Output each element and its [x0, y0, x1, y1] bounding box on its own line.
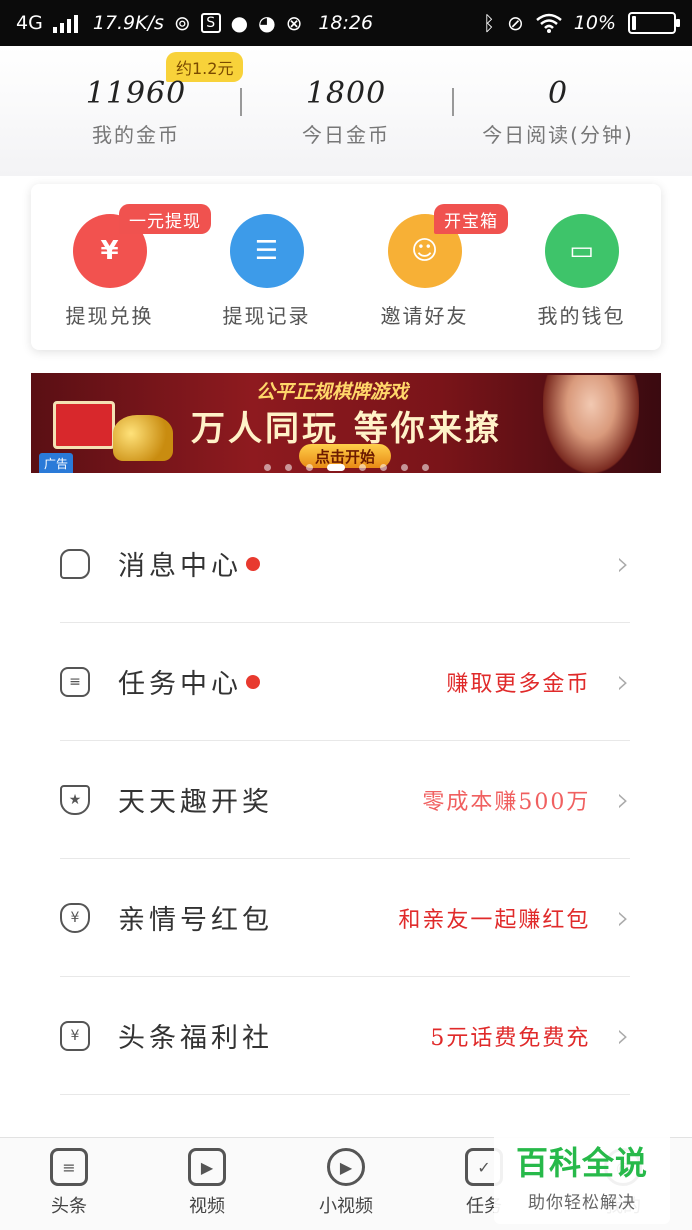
trophy-icon: ★: [60, 784, 90, 815]
battery-icon: [628, 12, 680, 34]
list-item-welfare-club[interactable]: ¥ 头条福利社 5元话费免费充 ›: [0, 977, 692, 1095]
record-list-icon: ☰: [229, 214, 304, 288]
mute-icon: ⊘: [507, 11, 524, 35]
carousel-dot: [400, 464, 408, 471]
list-item-hint: 5元话费免费充: [430, 1025, 591, 1051]
list-item-hint: 和亲友一起赚红包: [398, 907, 591, 933]
ad-banner[interactable]: 公平正规棋牌游戏 万人同玩 等你来撩 点击开始 广告: [31, 373, 661, 473]
list-item-message-center[interactable]: 消息中心 ›: [0, 505, 692, 623]
network-type: 4G: [16, 12, 43, 34]
s-app-icon: S: [200, 13, 221, 33]
short-video-icon: ▶: [327, 1148, 365, 1186]
my-coins-stat[interactable]: 11960 我的金币: [36, 76, 236, 148]
tab-headlines[interactable]: ≡ 头条: [0, 1148, 138, 1218]
list-item-label: 天天趣开奖: [118, 787, 273, 818]
welfare-yuan-icon: ¥: [60, 1020, 90, 1051]
menu-list: 消息中心 › ≡ 任务中心 赚取更多金币 › ★ 天天趣开奖 零成本赚500万 …: [0, 505, 692, 1095]
heart-yuan-icon: ¥: [60, 902, 90, 933]
carousel-dot: [305, 464, 313, 471]
signal-icon: [52, 13, 83, 33]
tab-short-video[interactable]: ▶ 小视频: [277, 1148, 415, 1218]
divider: [452, 88, 454, 116]
status-bar: 4G 17.9K/s ⊚ S ● ◕ ⊗ 18:26 ᛒ ⊘ 10%: [0, 0, 692, 46]
list-item-family-red-packet[interactable]: ¥ 亲情号红包 和亲友一起赚红包 ›: [0, 859, 692, 977]
tab-label: 小视频: [319, 1196, 373, 1217]
chevron-right-icon: ›: [616, 897, 630, 938]
close-circle-icon: ⊗: [285, 11, 303, 35]
action-label: 我的钱包: [537, 304, 626, 328]
carousel-dot: [421, 464, 429, 471]
carousel-indicator: [31, 464, 661, 471]
today-coins-value: 1800: [305, 76, 387, 111]
wallet-actions-card: ¥ 提现兑换 ☰ 提现记录 ☺ 邀请好友 ▭ 我的钱包 一元提现 开宝箱: [31, 184, 661, 350]
tab-label: 头条: [51, 1196, 87, 1217]
divider: [240, 88, 242, 116]
banner-title: 万人同玩 等你来撩: [191, 409, 502, 449]
list-item-label: 消息中心: [118, 551, 242, 582]
character-image: [543, 375, 639, 473]
coin-stats-header: 约1.2元 11960 我的金币 1800 今日金币 0 今日阅读(分钟): [0, 46, 692, 176]
chat-bubble-icon: ●: [230, 11, 249, 35]
carousel-dot: [358, 464, 366, 471]
watermark-subtitle: 助你轻松解决: [528, 1193, 636, 1213]
wifi-icon: [535, 13, 562, 33]
video-icon: ▶: [188, 1148, 226, 1186]
wechat-icon: ◕: [258, 11, 276, 35]
carousel-dot: [379, 464, 387, 471]
today-coins-label: 今日金币: [302, 123, 390, 147]
my-coins-label: 我的金币: [92, 123, 180, 147]
watermark-logo: 百科全说 助你轻松解决: [494, 1130, 670, 1224]
list-item-hint: 赚取更多金币: [446, 671, 591, 697]
tab-video[interactable]: ▶ 视频: [138, 1148, 276, 1218]
today-coins-stat[interactable]: 1800 今日金币: [246, 76, 446, 148]
news-icon: ≡: [50, 1148, 88, 1186]
chevron-right-icon: ›: [616, 661, 630, 702]
bluetooth-icon: ᛒ: [483, 11, 495, 35]
list-item-hint: 零成本赚500万: [422, 789, 591, 815]
chevron-right-icon: ›: [616, 1015, 630, 1056]
today-reading-value: 0: [547, 76, 569, 111]
unread-dot: [246, 674, 260, 689]
action-label: 提现记录: [222, 304, 311, 328]
sync-icon: ⊚: [173, 11, 191, 35]
list-item-daily-lottery[interactable]: ★ 天天趣开奖 零成本赚500万 ›: [0, 741, 692, 859]
chevron-right-icon: ›: [616, 779, 630, 820]
list-item-label: 任务中心: [118, 669, 242, 700]
withdraw-promo-tag: 一元提现: [119, 204, 211, 234]
action-label: 提现兑换: [65, 304, 154, 328]
coins-image: [113, 415, 173, 461]
banner-subtitle: 公平正规棋牌游戏: [256, 381, 409, 403]
carousel-dot: [284, 464, 292, 471]
list-item-task-center[interactable]: ≡ 任务中心 赚取更多金币 ›: [0, 623, 692, 741]
battery-percent: 10%: [573, 12, 616, 34]
unread-dot: [246, 556, 260, 571]
action-withdraw-record[interactable]: ☰ 提现记录: [188, 214, 345, 329]
carousel-dot: [263, 464, 271, 471]
list-item-label: 头条福利社: [118, 1023, 273, 1054]
action-my-wallet[interactable]: ▭ 我的钱包: [503, 214, 660, 329]
today-reading-label: 今日阅读(分钟): [482, 123, 634, 147]
list-item-label: 亲情号红包: [118, 905, 273, 936]
chevron-right-icon: ›: [616, 543, 630, 584]
clock: 18:26: [318, 12, 374, 34]
today-reading-stat[interactable]: 0 今日阅读(分钟): [458, 76, 658, 148]
wallet-icon: ▭: [544, 214, 619, 288]
my-coins-value: 11960: [85, 76, 187, 111]
watermark-title: 百科全说: [515, 1144, 648, 1182]
gift-box-image: [53, 401, 115, 449]
action-label: 邀请好友: [380, 304, 469, 328]
task-list-icon: ≡: [60, 666, 90, 697]
message-icon: [60, 548, 90, 579]
treasure-box-tag: 开宝箱: [434, 204, 508, 234]
tab-label: 视频: [189, 1196, 225, 1217]
carousel-dot: [326, 464, 345, 471]
network-speed: 17.9K/s: [92, 12, 164, 34]
